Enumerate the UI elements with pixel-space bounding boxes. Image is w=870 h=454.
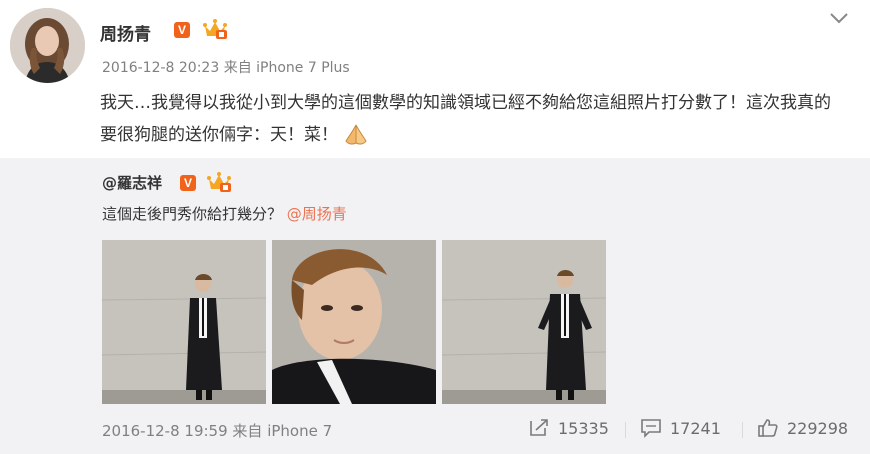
retweet-author-handle[interactable]: @羅志祥 — [102, 172, 162, 193]
post-timestamp[interactable]: 2016-12-8 20:23 — [102, 60, 219, 76]
author-avatar[interactable] — [10, 8, 85, 83]
weibo-post: 周扬青 V 2016-12-8 20:23 来自 iPhone 7 Plus 我… — [0, 0, 870, 454]
source-prefix: 来自 — [232, 422, 263, 440]
like-count: 229298 — [787, 418, 849, 438]
repost-count: 15335 — [558, 418, 609, 438]
repost-button[interactable]: 15335 — [528, 416, 609, 440]
divider — [742, 422, 743, 438]
praying-hands-icon — [345, 124, 367, 145]
retweet-source[interactable]: iPhone 7 — [267, 422, 332, 440]
retweet-card: @羅志祥 V 這個走後門秀你給打幾分？ @周扬青 2016-12-8 19:59… — [0, 158, 870, 454]
retweet-text: 這個走後門秀你給打幾分？ @周扬青 — [102, 203, 347, 224]
thumbs-up-icon — [758, 419, 778, 437]
retweet-meta: 2016-12-8 19:59 来自 iPhone 7 — [102, 420, 332, 441]
source-prefix: 来自 — [223, 60, 252, 76]
mention-link[interactable]: @周扬青 — [287, 205, 347, 223]
comment-button[interactable]: 17241 — [640, 416, 721, 440]
post-source[interactable]: iPhone 7 Plus — [256, 60, 350, 76]
retweet-timestamp[interactable]: 2016-12-8 19:59 — [102, 422, 228, 440]
post-text: 我天…我覺得以我從小到大學的這個數學的知識領域已經不夠給您這組照片打分數了！這次… — [100, 87, 840, 151]
verified-badge-icon[interactable]: V — [180, 175, 196, 191]
photo-full-length-portrait — [442, 240, 606, 404]
repost-icon — [530, 419, 548, 436]
vip-crown-icon[interactable] — [202, 18, 228, 40]
retweet-photo-2[interactable] — [272, 240, 436, 404]
divider — [625, 422, 626, 438]
chevron-down-icon[interactable] — [828, 10, 850, 26]
retweet-photo-3[interactable] — [442, 240, 606, 404]
photo-full-length-portrait — [102, 240, 266, 404]
retweet-photo-1[interactable] — [102, 240, 266, 404]
post-text-body: 我天…我覺得以我從小到大學的這個數學的知識領域已經不夠給您這組照片打分數了！這次… — [100, 93, 831, 145]
like-button[interactable]: 229298 — [757, 416, 848, 440]
vip-crown-icon[interactable] — [206, 171, 232, 193]
author-name[interactable]: 周扬青 — [100, 20, 151, 45]
post-meta: 2016-12-8 20:23 来自 iPhone 7 Plus — [102, 57, 350, 77]
photo-closeup-portrait — [272, 240, 436, 404]
retweet-text-body: 這個走後門秀你給打幾分？ — [102, 205, 283, 223]
avatar-image — [10, 8, 85, 83]
comment-icon — [641, 419, 661, 438]
comment-count: 17241 — [670, 418, 721, 438]
verified-badge-icon[interactable]: V — [174, 22, 190, 38]
